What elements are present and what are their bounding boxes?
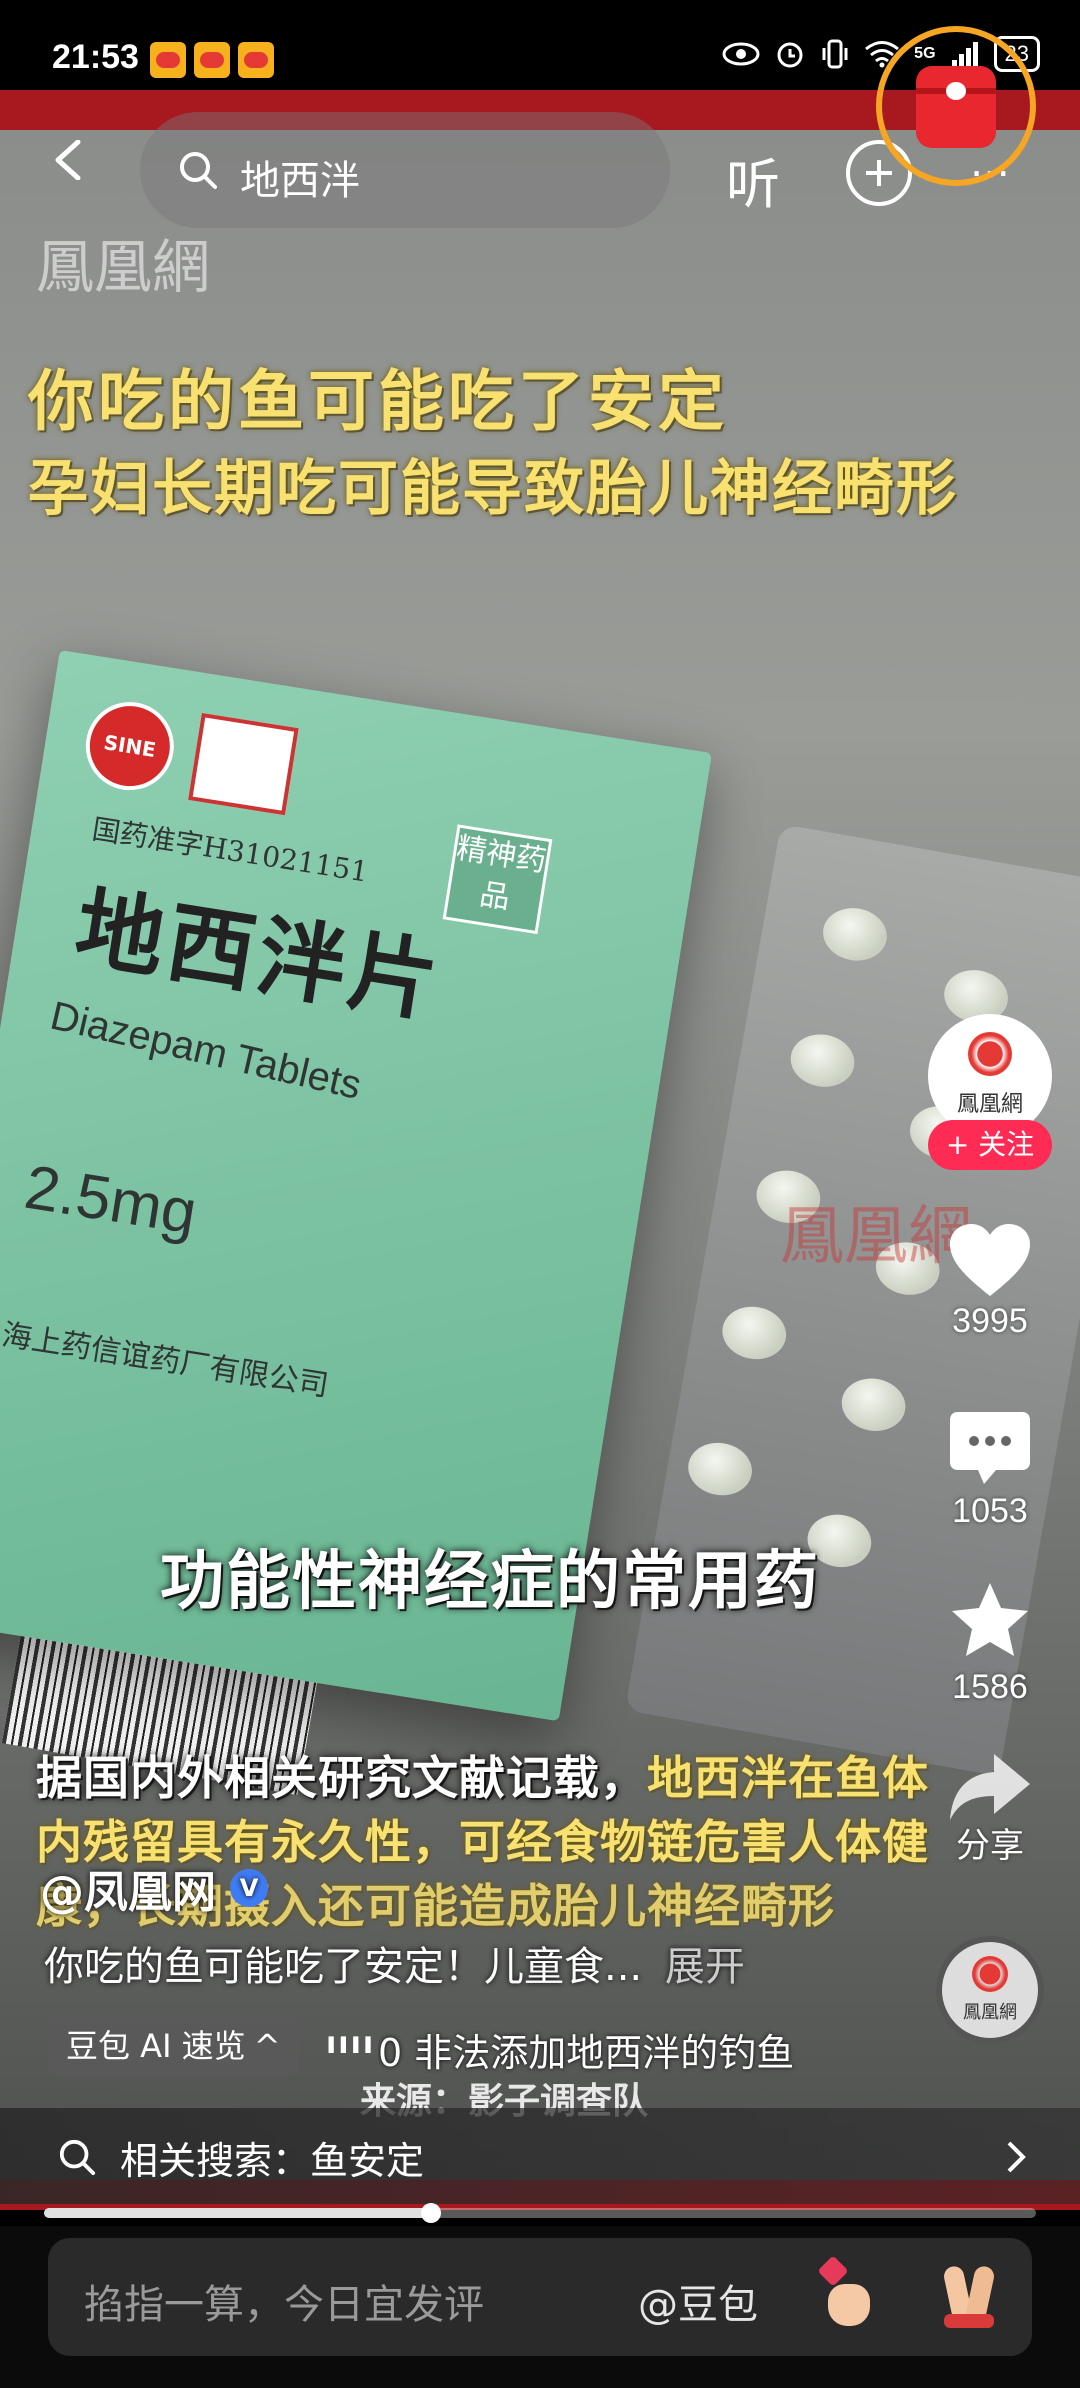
progress-fill: [44, 2208, 431, 2218]
progress-handle[interactable]: [420, 2203, 441, 2223]
heart-icon: [950, 1224, 1030, 1296]
weibo-notification-icon: [194, 42, 230, 78]
star-icon: [952, 1583, 1028, 1656]
search-icon: [59, 2139, 96, 2176]
related-search-bar[interactable]: 相关搜索：鱼安定: [0, 2108, 1080, 2204]
phoenix-logo-icon: [968, 1032, 1012, 1076]
pill: [718, 1301, 791, 1365]
expand-link[interactable]: 展开: [665, 1944, 745, 1990]
like-count: 3995: [952, 1302, 1028, 1340]
red-packet-button[interactable]: [876, 26, 1036, 186]
watermark: 鳳凰網: [36, 233, 211, 301]
psychotropic-badge: 精神药品: [442, 824, 553, 935]
red-packet-icon: [916, 66, 996, 148]
author-row[interactable]: @凤凰网 V: [40, 1856, 268, 1920]
pray-hands-emoji-icon[interactable]: [934, 2260, 1004, 2332]
weibo-notification-icon: [238, 42, 274, 78]
music-disc[interactable]: 鳳凰網: [936, 1936, 1044, 2044]
comment-placeholder: 掐指一算，今日宜发评: [84, 2282, 484, 2328]
headline-line2: 孕妇长期吃可能导致胎儿神经畸形: [28, 454, 958, 524]
like-button[interactable]: 3995: [930, 1222, 1050, 1341]
listen-button[interactable]: 听: [726, 140, 780, 219]
pill: [818, 903, 891, 966]
follow-button[interactable]: + 关注: [928, 1120, 1052, 1170]
avatar-label: 鳳凰網: [956, 1092, 1023, 1117]
plus-icon: [866, 160, 892, 186]
phoenix-logo-icon: [972, 1956, 1008, 1992]
share-arrow-icon: [950, 1754, 1030, 1820]
ai-chip-label: 豆包 AI 速览: [66, 2027, 246, 2065]
comment-count: 1053: [952, 1492, 1028, 1530]
ai-summary-chip[interactable]: 豆包 AI 速览 ^: [48, 2016, 299, 2076]
caption-white: 据国内外相关研究文献记载，: [36, 1751, 647, 1805]
share-label: 分享: [956, 1827, 1024, 1865]
mention-doubao-button[interactable]: @豆包: [638, 2272, 758, 2330]
chevron-right-icon: [1007, 2141, 1026, 2173]
eye-icon: [722, 42, 760, 66]
search-icon: [180, 152, 217, 189]
bottom-caption-line1: 据国内外相关研究文献记载，地西泮在鱼体: [36, 1742, 929, 1808]
manufacturer: 上海上药信谊药厂有限公司: [0, 1312, 331, 1404]
author-name[interactable]: @凤凰网: [40, 1856, 216, 1920]
ai-summary-text: 0 非法添加地西泮的钓鱼: [378, 2031, 795, 2075]
disc-label: 鳳凰網: [963, 2002, 1017, 2023]
post-title-row[interactable]: 你吃的鱼可能吃了安定！儿童食... 展开: [44, 1934, 745, 1992]
pill: [837, 1373, 910, 1436]
drug-dose: 2.5mg: [20, 1152, 202, 1248]
caption-yellow: 地西泮在鱼体: [647, 1751, 929, 1805]
brand-emblem-icon: [188, 712, 299, 816]
progress-track[interactable]: [44, 2203, 1036, 2223]
post-title: 你吃的鱼可能吃了安定！儿童食...: [44, 1944, 643, 1990]
chevron-up-icon: ^: [253, 2027, 281, 2065]
alarm-icon: [777, 42, 803, 68]
middle-caption: 功能性神经症的常用药: [160, 1545, 820, 1619]
status-time: 21:53: [52, 38, 139, 76]
sine-logo: SINE: [79, 695, 181, 797]
related-search-label: 相关搜索：鱼安定: [120, 2139, 425, 2183]
weibo-notification-icon: [150, 42, 186, 78]
favorite-count: 1586: [952, 1668, 1028, 1706]
favorite-button[interactable]: 1586: [930, 1580, 1050, 1707]
pill: [684, 1437, 757, 1501]
pill: [786, 1029, 859, 1092]
search-query[interactable]: 地西泮: [240, 148, 360, 206]
verified-icon: V: [230, 1869, 268, 1907]
comment-button[interactable]: 1053: [930, 1410, 1050, 1531]
back-arrow-icon[interactable]: [50, 140, 90, 180]
comment-input[interactable]: 掐指一算，今日宜发评 @豆包: [48, 2238, 1032, 2356]
search-bar[interactable]: [140, 112, 670, 228]
share-button[interactable]: 分享: [930, 1752, 1050, 1867]
audio-wave-icon: ıııı: [326, 2026, 376, 2061]
vibrate-icon: [822, 39, 848, 69]
comment-icon: [950, 1412, 1030, 1484]
finger-heart-emoji-icon[interactable]: [814, 2255, 880, 2330]
headline-line1: 你吃的鱼可能吃了安定: [28, 363, 728, 440]
